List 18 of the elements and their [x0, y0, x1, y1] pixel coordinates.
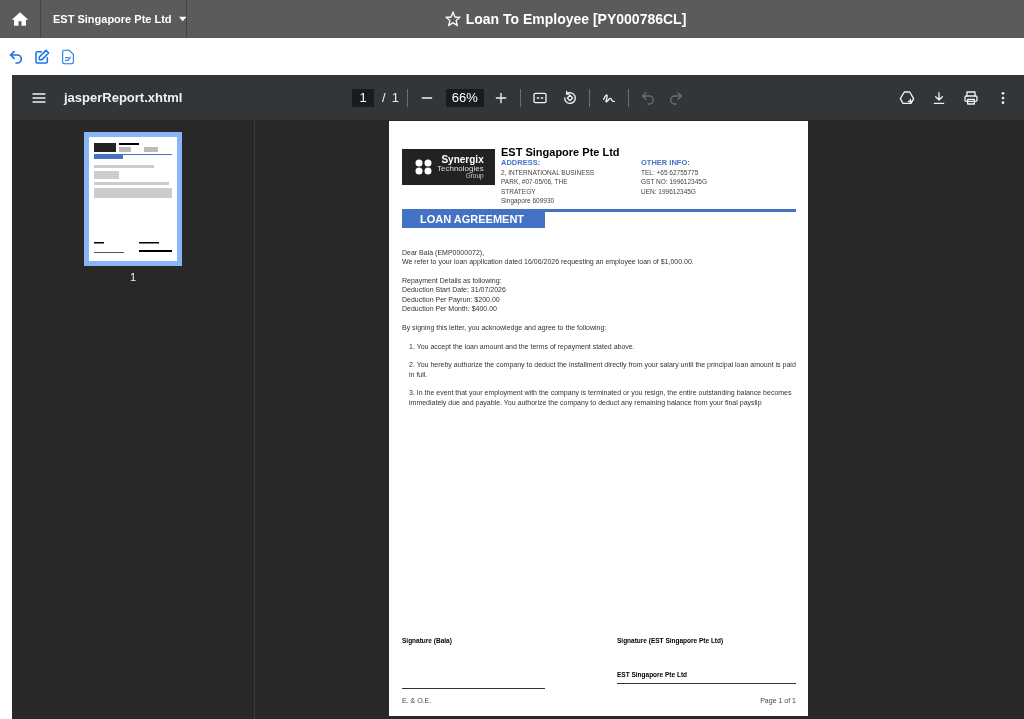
dots-logo-icon — [414, 159, 434, 175]
document-edit-icon[interactable] — [60, 48, 76, 65]
page-separator: / — [382, 90, 386, 105]
undo-arrow-icon[interactable] — [8, 48, 24, 65]
logo-subtitle: Technologies — [437, 164, 484, 173]
caret-icon — [178, 16, 186, 22]
zoom-field[interactable]: 66% — [445, 88, 484, 107]
document-heading: LOAN AGREEMENT — [402, 211, 545, 228]
page-number-field[interactable]: 1 — [352, 88, 374, 107]
page-title: Loan To Employee [PY000786CL] — [465, 11, 687, 27]
file-name: jasperReport.xhtml — [64, 90, 184, 105]
page-count: 1 — [391, 90, 399, 105]
logo-name: Synergix — [441, 154, 484, 165]
thumbnail-label: 1 — [129, 271, 137, 283]
company-name: EST Singapore Pte Ltd — [501, 147, 621, 158]
home-icon — [11, 11, 29, 27]
edit-icon[interactable] — [34, 48, 50, 65]
star-icon[interactable] — [444, 11, 461, 27]
